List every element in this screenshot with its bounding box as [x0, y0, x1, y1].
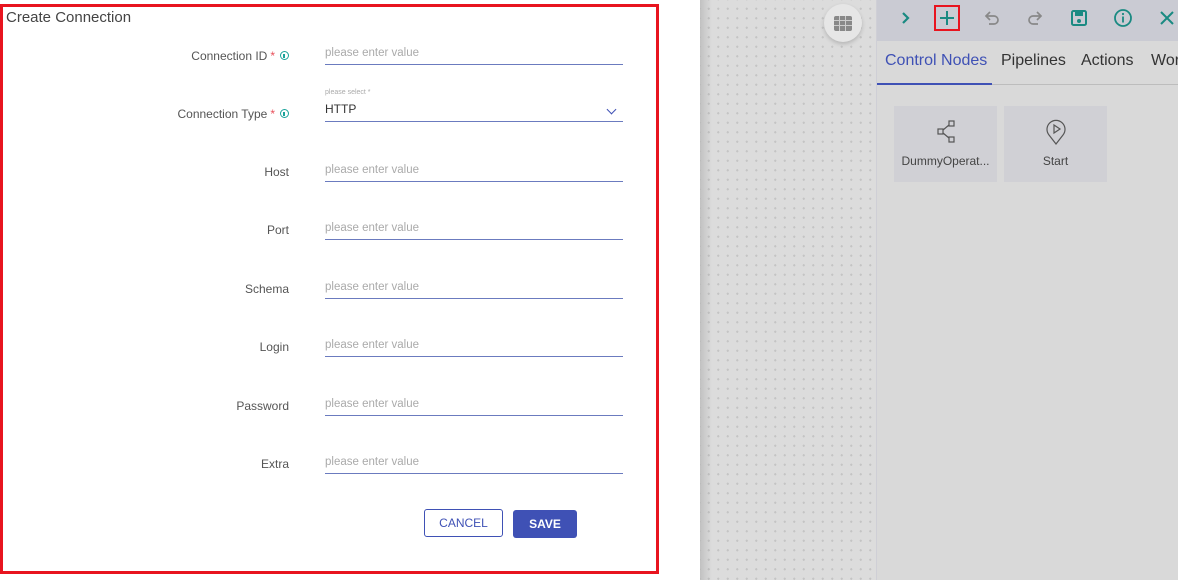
node-label: DummyOperat...	[901, 154, 990, 168]
node-label: Start	[1042, 154, 1069, 168]
undo-icon	[984, 11, 999, 25]
host-field	[325, 158, 623, 182]
connection-type-value: HTTP	[325, 102, 357, 116]
active-tab-indicator	[877, 83, 992, 85]
table-grid-icon	[834, 15, 852, 31]
required-asterisk: *	[270, 49, 275, 63]
node-dummy-operator[interactable]: DummyOperat...	[894, 106, 997, 182]
redo-button[interactable]	[1022, 5, 1048, 31]
node-start[interactable]: Start	[1004, 106, 1107, 182]
connection-id-field	[325, 41, 623, 65]
save-icon	[1071, 10, 1087, 26]
chevron-right-icon	[902, 12, 910, 24]
schema-field	[325, 275, 623, 299]
port-field	[325, 216, 623, 240]
play-pin-icon	[1045, 119, 1066, 145]
required-asterisk: *	[270, 107, 275, 121]
tab-control-nodes[interactable]: Control Nodes	[885, 52, 987, 70]
password-input[interactable]	[325, 392, 623, 414]
extra-row: Extra	[3, 450, 643, 490]
host-input[interactable]	[325, 158, 623, 180]
tab-actions[interactable]: Actions	[1081, 52, 1133, 70]
save-toolbar-button[interactable]	[1066, 5, 1092, 31]
login-input[interactable]	[325, 333, 623, 355]
schema-input[interactable]	[325, 275, 623, 297]
extra-label: Extra	[260, 457, 289, 471]
share-nodes-icon	[936, 120, 955, 143]
schema-label: Schema	[244, 282, 289, 296]
login-field	[325, 333, 623, 357]
password-label: Password	[236, 399, 289, 413]
port-input[interactable]	[325, 216, 623, 238]
redo-icon	[1028, 11, 1043, 25]
login-row: Login	[3, 333, 643, 373]
connection-id-input[interactable]	[325, 41, 623, 63]
cancel-button[interactable]: CANCEL	[424, 509, 503, 537]
connection-id-label: Connection ID *	[191, 49, 289, 63]
connection-type-select[interactable]: HTTP	[325, 98, 623, 122]
login-label: Login	[259, 340, 289, 354]
grid-toggle-button[interactable]	[824, 4, 862, 42]
close-button[interactable]	[1154, 5, 1178, 31]
plus-icon	[940, 11, 954, 25]
expand-button[interactable]	[892, 5, 918, 31]
info-icon	[1114, 9, 1132, 27]
port-row: Port	[3, 216, 643, 256]
save-button[interactable]: SAVE	[513, 510, 577, 538]
host-row: Host	[3, 158, 643, 198]
extra-input[interactable]	[325, 450, 623, 472]
add-button[interactable]	[934, 5, 960, 31]
tab-pipelines[interactable]: Pipelines	[1001, 52, 1066, 70]
dialog-title: Create Connection	[6, 9, 132, 26]
panel-tabs: Control Nodes Pipelines Actions Wor	[877, 41, 1178, 85]
schema-row: Schema	[3, 275, 643, 315]
connection-type-row: Connection Type * please select * HTTP	[3, 87, 643, 127]
port-label: Port	[266, 223, 289, 237]
info-button[interactable]	[1110, 5, 1136, 31]
close-icon	[1160, 11, 1174, 25]
panel-toolbar	[877, 0, 1178, 41]
connection-type-label-text: Connection Type	[177, 107, 268, 121]
info-icon[interactable]	[280, 51, 289, 60]
connection-id-label-text: Connection ID	[191, 49, 268, 63]
tab-workflows[interactable]: Wor	[1151, 52, 1178, 70]
connection-type-hint: please select *	[325, 89, 371, 96]
info-icon[interactable]	[280, 109, 289, 118]
extra-field	[325, 450, 623, 474]
connection-id-row: Connection ID *	[3, 39, 643, 79]
undo-button[interactable]	[979, 5, 1005, 31]
workflow-canvas[interactable]	[700, 0, 876, 580]
password-field	[325, 392, 623, 416]
create-connection-dialog: Create Connection Connection ID* Connect…	[0, 4, 659, 574]
connection-type-label: Connection Type *	[177, 107, 289, 121]
node-panel: Control Nodes Pipelines Actions Wor Dumm…	[876, 0, 1178, 580]
host-label: Host	[264, 165, 289, 179]
password-row: Password	[3, 392, 643, 432]
chevron-down-icon	[606, 104, 617, 115]
